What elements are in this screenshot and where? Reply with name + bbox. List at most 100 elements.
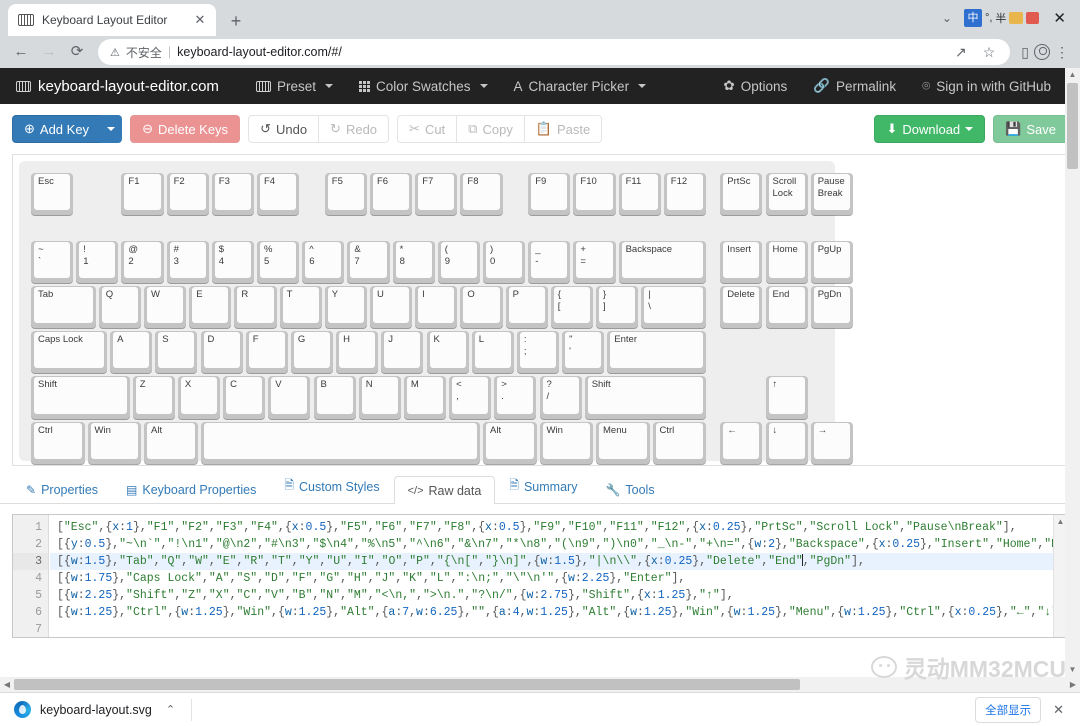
keyboard-key[interactable]: Caps Lock [31, 331, 108, 374]
browser-menu-icon[interactable]: ⋮ [1052, 44, 1072, 61]
new-tab-button[interactable]: + [222, 8, 250, 36]
code-line[interactable]: [{w:1.75},"Caps Lock","A","S","D","F","G… [50, 570, 1053, 587]
keyboard-key[interactable]: + = [573, 240, 616, 283]
keyboard-key[interactable]: F11 [618, 173, 661, 216]
keyboard-key[interactable]: Ctrl [31, 421, 85, 464]
keyboard-key[interactable]: W [144, 286, 187, 329]
tab-properties[interactable]: ✎ Properties [12, 475, 112, 503]
scroll-right-icon[interactable]: ▶ [1066, 680, 1080, 689]
keyboard-key[interactable]: U [370, 286, 413, 329]
keyboard-key[interactable]: Pause Break [810, 173, 853, 216]
keyboard-key[interactable]: X [177, 376, 221, 419]
keyboard-key[interactable]: F2 [166, 173, 209, 216]
keyboard-key[interactable]: PgUp [810, 240, 853, 283]
keyboard-key[interactable]: ~ ` [31, 240, 74, 283]
keyboard-key[interactable]: S [155, 331, 198, 374]
keyboard-key[interactable]: F12 [663, 173, 706, 216]
nav-item-preset[interactable]: Preset [243, 79, 346, 94]
keyboard-key[interactable]: @2 [121, 240, 164, 283]
nav-item-character-picker[interactable]: A Character Picker [501, 79, 660, 94]
keyboard-key[interactable]: {[ [550, 286, 593, 329]
undo-button[interactable]: ↺ Undo [248, 115, 320, 143]
keyboard-key[interactable]: Q [98, 286, 141, 329]
keyboard-key[interactable]: J [381, 331, 424, 374]
keyboard-key[interactable]: _ - [528, 240, 571, 283]
keyboard-key[interactable]: V [268, 376, 311, 419]
keyboard-key[interactable]: Tab [31, 286, 96, 329]
keyboard-key[interactable]: ? / [539, 376, 582, 419]
keyboard-key[interactable]: D [200, 331, 243, 374]
paste-button[interactable]: 📋 Paste [523, 115, 603, 143]
keyboard-key[interactable]: ^ 6 [302, 240, 345, 283]
keyboard-key[interactable]: Win [87, 421, 141, 464]
download-item-menu-icon[interactable]: ⌃ [166, 703, 175, 716]
keyboard-key[interactable]: ↑ [765, 376, 808, 419]
page-scroll-up-icon[interactable]: ▲ [1065, 68, 1080, 82]
keyboard-key[interactable]: Alt [144, 421, 198, 464]
keyboard-key[interactable]: $4 [211, 240, 254, 283]
download-file-name[interactable]: keyboard-layout.svg [40, 703, 152, 717]
keyboard-key[interactable]: Backspace [618, 240, 706, 283]
keyboard-key[interactable]: Delete [720, 286, 763, 329]
keyboard-key[interactable]: E [189, 286, 232, 329]
ime-toolbox-icon[interactable] [1009, 12, 1024, 24]
download-button[interactable]: ⬇ Download [874, 115, 986, 143]
raw-data-editor[interactable]: 1 2 3 4 5 6 7 ["Esc",{x:1},"F1","F2","F3","F4"… [12, 514, 1068, 638]
keyboard-key[interactable]: #3 [166, 240, 209, 283]
add-key-dropdown-button[interactable] [100, 115, 123, 143]
keyboard-key[interactable]: " ' [562, 331, 605, 374]
nav-item-options[interactable]: ✿ Options [710, 78, 800, 94]
keyboard-key[interactable]: <, [449, 376, 492, 419]
keyboard-key[interactable]: Insert [720, 240, 763, 283]
keyboard-key[interactable]: Esc [31, 173, 74, 216]
share-icon[interactable]: ↗ [952, 44, 970, 61]
keyboard-key[interactable]: F9 [528, 173, 571, 216]
keyboard-key[interactable]: PgDn [810, 286, 853, 329]
keyboard-key[interactable]: Menu [596, 421, 650, 464]
keyboard-key[interactable]: ! 1 [76, 240, 119, 283]
keyboard-key[interactable]: F10 [573, 173, 616, 216]
keyboard-key[interactable]: M [403, 376, 447, 419]
redo-button[interactable]: ↻ Redo [318, 115, 390, 143]
keyboard-key[interactable]: >. [494, 376, 537, 419]
ime-halfwidth-icon[interactable]: 半 [995, 10, 1006, 26]
page-horizontal-scrollbar[interactable]: ◀ ▶ [0, 677, 1080, 692]
ime-chinese-icon[interactable]: 中 [963, 9, 982, 27]
tab-close-icon[interactable]: ✕ [192, 12, 208, 28]
keyboard-key[interactable]: ↓ [765, 421, 808, 464]
tab-raw-data[interactable]: </> Raw data [393, 476, 496, 504]
keyboard-key[interactable]: End [765, 286, 808, 329]
keyboard-key[interactable]: B [313, 376, 356, 419]
nav-item-permalink[interactable]: 🔗 Permalink [800, 78, 909, 94]
keyboard-key[interactable]: O [460, 286, 503, 329]
keyboard-key[interactable]: N [358, 376, 401, 419]
scroll-left-icon[interactable]: ◀ [0, 680, 14, 689]
keyboard-key[interactable]: L [471, 331, 514, 374]
keyboard-key[interactable]: PrtSc [720, 173, 763, 216]
chevron-down-icon[interactable]: ⌄ [936, 11, 958, 25]
keyboard-key[interactable]: Shift [584, 376, 706, 419]
copy-button[interactable]: ⧉ Copy [456, 115, 525, 143]
ime-indicator[interactable]: 中 °, 半 [963, 9, 1040, 27]
save-button[interactable]: 💾 Save [993, 115, 1068, 143]
page-scroll-down-icon[interactable]: ▼ [1065, 663, 1080, 677]
tab-custom-styles[interactable]: 🗎 Custom Styles [270, 468, 393, 503]
keyboard-key[interactable]: Scroll Lock [765, 173, 808, 216]
window-close-button[interactable]: ✕ [1045, 9, 1074, 27]
keyboard-key[interactable]: → [810, 421, 853, 464]
keyboard-key[interactable]: Win [539, 421, 593, 464]
keyboard-key[interactable]: * 8 [392, 240, 435, 283]
show-all-downloads-button[interactable]: 全部显示 [975, 696, 1042, 723]
page-scroll-thumb[interactable] [1067, 83, 1078, 169]
keyboard-key[interactable] [200, 421, 480, 464]
keyboard-key[interactable]: G [290, 331, 334, 374]
editor-code-area[interactable]: ["Esc",{x:1},"F1","F2","F3","F4",{x:0.5}… [50, 515, 1053, 637]
keyboard-key[interactable]: ) 0 [483, 240, 526, 283]
bookmark-star-icon[interactable]: ☆ [980, 44, 999, 61]
profile-avatar-icon[interactable] [1034, 44, 1050, 60]
keyboard-key[interactable]: C [223, 376, 266, 419]
keyboard-key[interactable]: Z [132, 376, 175, 419]
ime-settings-icon[interactable] [1026, 12, 1040, 24]
keyboard-key[interactable]: ← [720, 421, 763, 464]
keyboard-key[interactable]: K [426, 331, 469, 374]
